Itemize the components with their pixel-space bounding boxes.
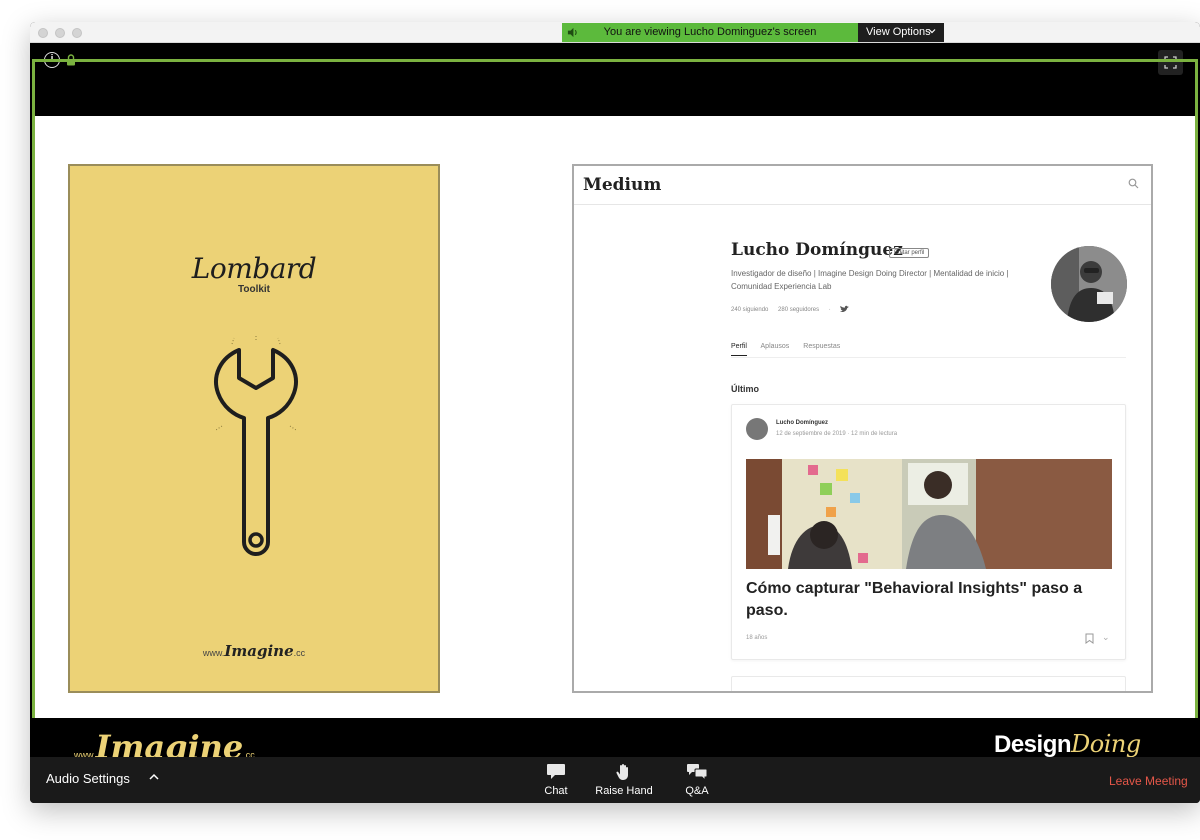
search-icon bbox=[1128, 178, 1139, 189]
chat-icon bbox=[547, 764, 565, 779]
design-word: Design bbox=[994, 731, 1072, 758]
wrench-icon bbox=[214, 336, 298, 556]
poster-title: Lombard bbox=[191, 252, 317, 285]
shared-screen: i Lombard Toolkit www.Imagine.cc Medium … bbox=[30, 43, 1200, 778]
fullscreen-button[interactable] bbox=[1158, 50, 1183, 75]
qa-button[interactable]: Q&A bbox=[683, 763, 711, 797]
chat-button[interactable]: Chat bbox=[540, 763, 572, 797]
chevron-up-icon[interactable] bbox=[148, 771, 160, 786]
view-options-button[interactable]: View Options bbox=[858, 23, 944, 42]
lombard-toolkit-poster: Lombard Toolkit www.Imagine.cc bbox=[68, 164, 440, 693]
profile-tabs: Perfil Aplausos Respuestas bbox=[731, 343, 852, 356]
view-options-label: View Options bbox=[866, 26, 931, 38]
qa-icon bbox=[687, 764, 708, 781]
post-title: Cómo capturar "Behavioral Insights" paso… bbox=[746, 580, 1083, 619]
title-bar: You are viewing Lucho Dominguez's screen… bbox=[30, 22, 1200, 43]
tab-respuestas: Respuestas bbox=[803, 343, 841, 350]
latest-section-title: Último bbox=[731, 384, 759, 394]
post-author-avatar bbox=[746, 418, 768, 440]
chat-label: Chat bbox=[544, 785, 568, 797]
tab-aplausos: Aplausos bbox=[760, 343, 790, 350]
profile-avatar bbox=[1051, 246, 1127, 322]
post-card: Lucho Domínguez 12 de septiembre de 2019… bbox=[731, 404, 1126, 660]
profile-bio: Investigador de diseño | Imagine Design … bbox=[731, 269, 1009, 291]
audio-settings-button[interactable]: Audio Settings bbox=[46, 771, 130, 786]
post-card-next bbox=[731, 676, 1126, 691]
post-author: Lucho Domínguez bbox=[776, 420, 828, 426]
post-claps: 18 años bbox=[746, 635, 768, 641]
post-photo bbox=[746, 459, 1112, 569]
profile-stats: 240 siguiendo 280 seguidores · bbox=[731, 305, 850, 313]
medium-logo: Medium bbox=[583, 175, 662, 195]
meeting-toolbar: Audio Settings Chat Raise Hand Q&A Leave… bbox=[30, 757, 1200, 803]
screen-share-banner: You are viewing Lucho Dominguez's screen bbox=[562, 23, 858, 42]
meeting-info-icon[interactable]: i bbox=[44, 52, 60, 68]
close-window-button[interactable] bbox=[38, 28, 48, 38]
raise-hand-label: Raise Hand bbox=[595, 785, 653, 797]
poster-url-brand: Imagine bbox=[224, 642, 294, 660]
lock-icon bbox=[67, 54, 75, 66]
share-banner-text: You are viewing Lucho Dominguez's screen bbox=[603, 26, 817, 38]
following-count: 240 siguiendo bbox=[731, 306, 769, 313]
raise-hand-button[interactable]: Raise Hand bbox=[595, 763, 653, 797]
minimize-window-button[interactable] bbox=[55, 28, 65, 38]
raise-hand-icon bbox=[616, 764, 628, 780]
doing-word: Doing bbox=[1071, 730, 1141, 758]
zoom-window: You are viewing Lucho Dominguez's screen… bbox=[30, 22, 1200, 803]
profile-photo bbox=[1051, 246, 1127, 322]
bookmark-icon bbox=[1085, 633, 1094, 644]
poster-subtitle: Toolkit bbox=[237, 284, 271, 295]
twitter-icon bbox=[840, 305, 850, 313]
presentation-slide: Lombard Toolkit www.Imagine.cc Medium Lu… bbox=[35, 116, 1195, 718]
leave-meeting-button[interactable]: Leave Meeting bbox=[1109, 774, 1188, 788]
header-divider bbox=[574, 204, 1151, 205]
poster-url-suffix: .cc bbox=[293, 648, 306, 658]
zoom-window-button[interactable] bbox=[72, 28, 82, 38]
tab-perfil: Perfil bbox=[731, 343, 747, 356]
fullscreen-icon bbox=[1164, 56, 1177, 69]
design-doing-logo: DesignDoing bbox=[994, 730, 1141, 759]
poster-url: www.Imagine.cc bbox=[70, 642, 438, 660]
qa-label: Q&A bbox=[685, 785, 709, 797]
profile-name: Lucho Domínguez bbox=[731, 240, 903, 260]
followers-count: 280 seguidores bbox=[778, 306, 820, 313]
post-image bbox=[746, 459, 1112, 569]
post-meta: 12 de septiembre de 2019 · 12 min de lec… bbox=[776, 431, 898, 437]
medium-profile-screenshot: Medium Lucho Domínguez Editar perfil Inv… bbox=[572, 164, 1153, 693]
chevron-down-icon: ⌄ bbox=[1102, 632, 1110, 642]
speaker-icon bbox=[567, 27, 577, 38]
edit-profile-button: Editar perfil bbox=[889, 248, 930, 258]
poster-url-prefix: www. bbox=[202, 648, 225, 658]
chevron-down-icon bbox=[928, 29, 936, 34]
tabs-divider bbox=[731, 357, 1126, 358]
